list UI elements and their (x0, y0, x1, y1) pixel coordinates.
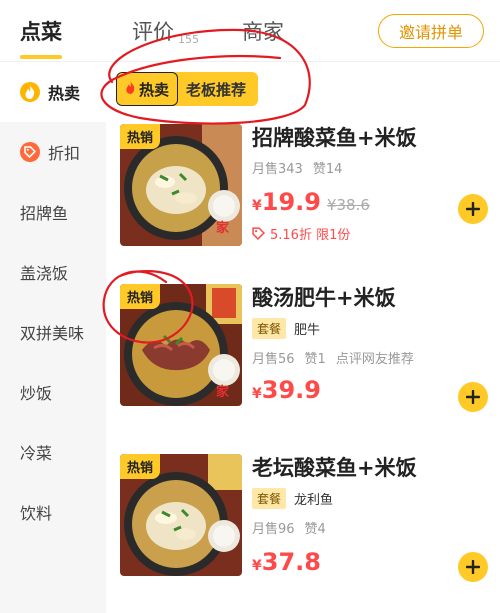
hot-sale-tag: 热销 (120, 454, 161, 479)
original-price: ¥38.6 (326, 196, 370, 214)
sidebar-item-label: 饮料 (20, 504, 53, 523)
hot-section-badge: 热卖 (116, 72, 179, 106)
add-to-cart-button[interactable] (458, 552, 488, 582)
discount-tag-icon (252, 227, 265, 240)
sidebar-item-rice-bowls[interactable]: 盖浇饭 (0, 242, 106, 302)
section-header: 热卖 老板推荐 (116, 72, 259, 106)
dish-sales: 月售343 赞14 (252, 158, 352, 177)
dish-item[interactable]: 家 热销 招牌酸菜鱼+米饭 月售343 赞14 ¥19.9 ¥38.6 5.16折 … (120, 124, 490, 254)
svg-text:家: 家 (216, 384, 230, 400)
add-to-cart-button[interactable] (458, 382, 488, 412)
price-value: 39.9 (261, 376, 321, 404)
currency-symbol: ¥ (252, 198, 262, 214)
currency-symbol: ¥ (252, 386, 262, 402)
flame-icon (20, 82, 40, 102)
price-value: 19.9 (261, 188, 321, 216)
active-tab-indicator (20, 55, 62, 59)
tab-order-label: 点菜 (20, 20, 62, 44)
sidebar-item-label: 盖浇饭 (20, 264, 69, 283)
svg-text:家: 家 (216, 220, 230, 236)
tab-reviews-label: 评价 (132, 20, 174, 44)
dish-photo: 热销 (120, 454, 242, 576)
sidebar-item-hot[interactable]: 热卖 (0, 62, 106, 122)
dish-name: 招牌酸菜鱼+米饭 (252, 126, 417, 150)
hot-section-label: 热卖 (139, 80, 170, 99)
hot-sale-tag: 热销 (120, 284, 161, 309)
monthly-sales: 月售56 (252, 352, 295, 367)
boss-recommend-label: 老板推荐 (172, 72, 259, 106)
review-count: 155 (178, 33, 199, 46)
add-to-cart-button[interactable] (458, 194, 488, 224)
sidebar-item-drinks[interactable]: 饮料 (0, 482, 106, 542)
sidebar-item-label: 冷菜 (20, 444, 53, 463)
dish-name: 老坛酸菜鱼+米饭 (252, 456, 417, 480)
combo-text: 龙利鱼 (294, 493, 334, 508)
monthly-sales: 月售343 (252, 162, 303, 177)
combo-badge: 套餐 (252, 488, 287, 509)
sidebar-item-label: 折扣 (48, 144, 81, 163)
combo-text: 肥牛 (294, 323, 321, 338)
promo-text: 5.16折 限1份 (270, 228, 351, 243)
dish-price: ¥39.9 (252, 376, 321, 404)
sidebar-item-label: 双拼美味 (20, 324, 85, 343)
invite-group-order-button[interactable]: 邀请拼单 (378, 14, 484, 48)
currency-symbol: ¥ (252, 558, 262, 574)
plus-icon (466, 560, 480, 574)
plus-icon (466, 390, 480, 404)
discount-icon (20, 142, 40, 162)
dish-photo: 家 热销 (120, 124, 242, 246)
dish-photo: 家 热销 (120, 284, 242, 406)
dish-list: 热卖 老板推荐 家 热销 招牌酸菜鱼+米饭 月售343 赞14 ¥19.9 ¥3… (106, 62, 500, 613)
dish-combo-info: 套餐 肥牛 (252, 318, 320, 339)
tab-order[interactable]: 点菜 (20, 16, 62, 46)
category-sidebar: 热卖 折扣 招牌鱼 盖浇饭 双拼美味 炒饭 冷菜 饮料 (0, 62, 106, 613)
dish-sales: 月售56 赞1 点评网友推荐 (252, 348, 424, 367)
top-tab-bar: 点菜 评价 155 商家 邀请拼单 (0, 0, 500, 62)
sidebar-item-label: 招牌鱼 (20, 204, 69, 223)
sidebar-item-signature-fish[interactable]: 招牌鱼 (0, 182, 106, 242)
sidebar-item-label: 炒饭 (20, 384, 53, 403)
dish-price: ¥37.8 (252, 548, 321, 576)
review-recommend-text: 点评网友推荐 (335, 352, 414, 367)
tab-reviews[interactable]: 评价 155 (132, 16, 199, 46)
flame-icon (125, 80, 136, 98)
discount-promo: 5.16折 限1份 (252, 224, 350, 243)
sidebar-item-cold-dishes[interactable]: 冷菜 (0, 422, 106, 482)
dish-item[interactable]: 热销 老坛酸菜鱼+米饭 套餐 龙利鱼 月售96 赞4 ¥37.8 (120, 454, 490, 584)
tab-merchant[interactable]: 商家 (242, 16, 284, 46)
sidebar-item-fried-rice[interactable]: 炒饭 (0, 362, 106, 422)
price-value: 37.8 (261, 548, 321, 576)
monthly-sales: 月售96 (252, 522, 295, 537)
sidebar-item-discount[interactable]: 折扣 (0, 122, 106, 182)
sidebar-item-double-combo[interactable]: 双拼美味 (0, 302, 106, 362)
like-count: 赞4 (304, 522, 326, 537)
dish-name: 酸汤肥牛+米饭 (252, 286, 396, 310)
dish-combo-info: 套餐 龙利鱼 (252, 488, 333, 509)
like-count: 赞1 (304, 352, 326, 367)
dish-sales: 月售96 赞4 (252, 518, 336, 537)
plus-icon (466, 202, 480, 216)
dish-price: ¥19.9 ¥38.6 (252, 188, 370, 216)
sidebar-item-label: 热卖 (48, 84, 81, 103)
hot-sale-tag: 热销 (120, 124, 161, 149)
dish-item[interactable]: 家 热销 酸汤肥牛+米饭 套餐 肥牛 月售56 赞1 点评网友推荐 ¥39.9 (120, 284, 490, 414)
tab-merchant-label: 商家 (242, 20, 284, 44)
like-count: 赞14 (312, 162, 343, 177)
combo-badge: 套餐 (252, 318, 287, 339)
